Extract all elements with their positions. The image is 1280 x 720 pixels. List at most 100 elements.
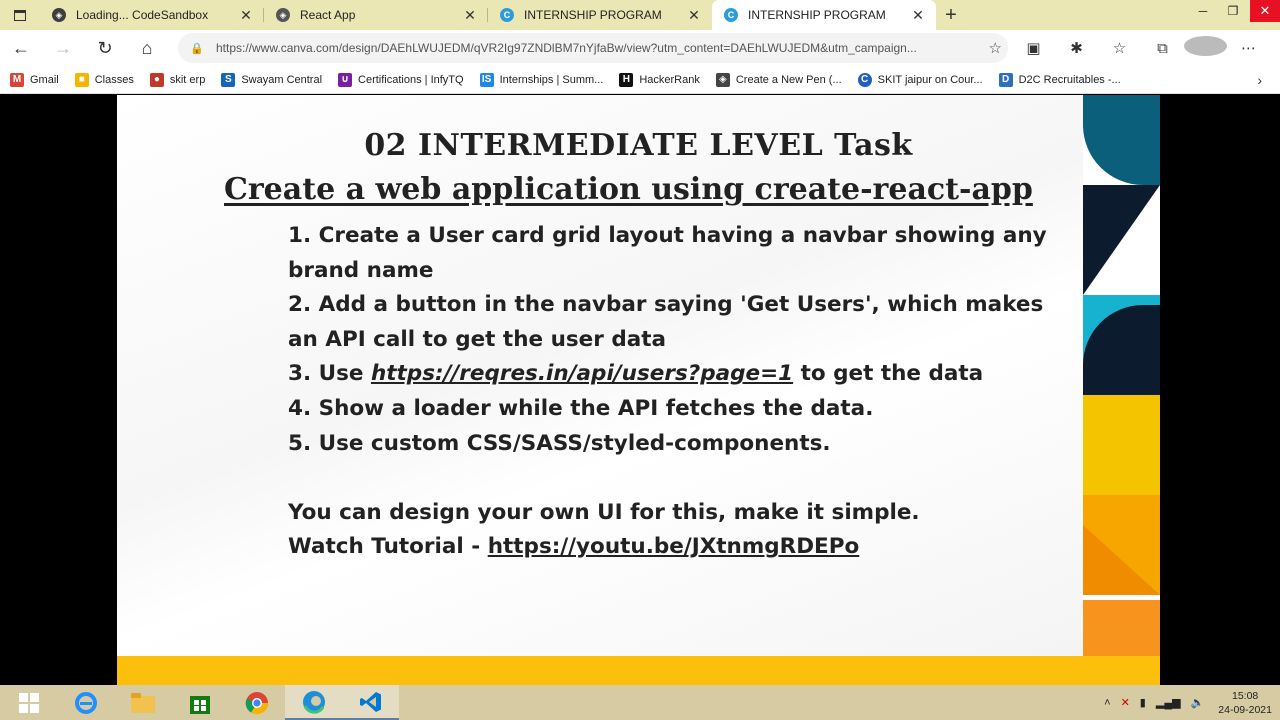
taskbar-store[interactable] <box>171 685 228 720</box>
task-list: 1. Create a User card grid layout having… <box>288 219 1048 565</box>
tab-title: Loading... CodeSandbox <box>76 8 209 22</box>
bookmark-gmail[interactable]: M Gmail <box>10 72 59 87</box>
tab-title: INTERNSHIP PROGRAM <box>748 8 886 22</box>
edge-icon <box>302 690 325 714</box>
bookmarks-bar: M Gmail ■ Classes ● skit erp S Swayam Centra… <box>0 66 1280 94</box>
bookmark-d2c[interactable]: D D2C Recruitables -... <box>998 72 1121 87</box>
bookmark-classes[interactable]: ■ Classes <box>74 72 134 87</box>
volume-icon[interactable]: 🔈 <box>1191 696 1205 709</box>
wifi-icon[interactable]: ▂▄▆ <box>1156 696 1181 709</box>
codesandbox-icon: ◈ <box>52 8 66 22</box>
bookmark-skit-erp[interactable]: ● skit erp <box>149 72 205 87</box>
task-item-2-cont: an API call to get the user data <box>288 326 667 352</box>
taskbar-internet-explorer[interactable] <box>57 685 114 720</box>
tutorial-line: Watch Tutorial - https://youtu.be/JXtnmg… <box>288 534 860 560</box>
bookmark-coursera[interactable]: C SKIT jaipur on Cour... <box>857 72 983 87</box>
d2c-icon: D <box>998 72 1013 87</box>
slide-accent-bar <box>117 656 1160 685</box>
close-window-icon[interactable]: ✕ <box>1250 0 1280 22</box>
task-item-1: 1. Create a User card grid layout having… <box>288 223 1047 248</box>
tab-codesandbox[interactable]: ◈ Loading... CodeSandbox ✕ <box>40 0 264 30</box>
bookmark-infytq[interactable]: ∪ Certifications | InfyTQ <box>338 72 464 87</box>
taskbar-edge[interactable] <box>285 685 342 720</box>
tab-actions-menu[interactable] <box>0 0 40 30</box>
forward-icon[interactable]: → <box>42 38 84 59</box>
codepen-icon: ◈ <box>715 72 730 87</box>
minimize-icon[interactable]: ─ <box>1190 0 1216 22</box>
canva-icon: C <box>724 8 738 22</box>
slide-heading: 02 INTERMEDIATE LEVEL Task <box>364 128 913 163</box>
canva-icon: C <box>500 8 514 22</box>
chevron-right-icon[interactable]: › <box>1257 72 1262 88</box>
clock[interactable]: 15:08 24-09-2021 <box>1218 689 1272 717</box>
bookmark-swayam[interactable]: S Swayam Central <box>221 72 322 87</box>
design-note: You can design your own UI for this, mak… <box>288 499 920 525</box>
gmail-icon: M <box>10 72 24 87</box>
system-tray: ˄ ✕ ▮ ▂▄▆ 🔈 15:08 24-09-2021 <box>1094 685 1272 720</box>
internshala-icon: IS <box>479 72 494 87</box>
internet-explorer-icon <box>74 691 97 714</box>
windows-icon <box>18 692 39 713</box>
coursera-icon: C <box>857 72 872 87</box>
taskbar-chrome[interactable] <box>228 685 285 720</box>
task-item-5: 5. Use custom CSS/SASS/styled-components… <box>288 430 831 456</box>
chrome-icon <box>245 691 268 714</box>
api-link[interactable]: https://reqres.in/api/users?page=1 <box>371 361 793 386</box>
network-off-icon[interactable]: ✕ <box>1121 696 1130 709</box>
store-icon <box>189 695 210 714</box>
task-item-1-cont: brand name <box>288 257 434 283</box>
page-viewport: 02 INTERMEDIATE LEVEL Task Create a web … <box>0 95 1280 685</box>
vscode-icon <box>359 691 381 712</box>
tab-internship-active[interactable]: C INTERNSHIP PROGRAM ✕ <box>712 0 936 30</box>
close-icon[interactable]: ✕ <box>238 7 254 24</box>
battery-icon[interactable]: ▮ <box>1140 696 1146 709</box>
infytq-icon: ∪ <box>338 72 353 87</box>
back-icon[interactable]: ← <box>0 38 42 59</box>
refresh-icon[interactable]: ↻ <box>84 38 126 59</box>
folder-icon <box>130 692 155 713</box>
taskbar-vscode[interactable] <box>342 685 399 720</box>
chevron-up-icon[interactable]: ˄ <box>1104 697 1110 709</box>
add-favorite-icon[interactable]: ☆ <box>989 39 1002 57</box>
tab-collections-icon[interactable]: ⧉ <box>1141 40 1184 57</box>
start-button[interactable] <box>0 685 57 720</box>
bookmark-internships[interactable]: IS Internships | Summ... <box>479 72 603 87</box>
task-item-2: 2. Add a button in the navbar saying 'Ge… <box>288 292 1044 318</box>
hackerrank-icon: H <box>619 72 634 87</box>
lock-icon[interactable]: 🔒 <box>190 42 204 55</box>
slide-decoration <box>1083 95 1160 656</box>
tab-title: INTERNSHIP PROGRAM <box>524 8 662 22</box>
new-tab-button[interactable]: + <box>936 0 966 30</box>
restore-icon[interactable]: ❐ <box>1220 0 1246 22</box>
close-icon[interactable]: ✕ <box>910 7 926 24</box>
tab-actions-icon <box>14 9 26 21</box>
tab-title: React App <box>300 8 356 22</box>
react-icon: ◈ <box>276 8 290 22</box>
bookmark-hackerrank[interactable]: H HackerRank <box>619 72 700 87</box>
swayam-icon: S <box>221 72 236 87</box>
tab-internship-1[interactable]: C INTERNSHIP PROGRAM ✕ <box>488 0 712 30</box>
tab-strip: ◈ Loading... CodeSandbox ✕ ◈ React App ✕… <box>0 0 1280 30</box>
close-icon[interactable]: ✕ <box>686 7 702 24</box>
slide-subheading: Create a web application using create-re… <box>224 172 1033 207</box>
extensions-icon[interactable]: ✱ <box>1055 39 1098 57</box>
collections-icon[interactable]: ▣ <box>1012 39 1055 57</box>
task-item-3: 3. Use https://reqres.in/api/users?page=… <box>288 361 984 387</box>
taskbar: ˄ ✕ ▮ ▂▄▆ 🔈 15:08 24-09-2021 <box>0 685 1280 720</box>
profile-avatar[interactable] <box>1184 36 1227 60</box>
close-icon[interactable]: ✕ <box>462 7 478 24</box>
more-menu-icon[interactable]: ⋯ <box>1227 39 1270 57</box>
tab-react-app[interactable]: ◈ React App ✕ <box>264 0 488 30</box>
taskbar-file-explorer[interactable] <box>114 685 171 720</box>
home-icon[interactable]: ⌂ <box>126 38 168 59</box>
clock-date: 24-09-2021 <box>1218 703 1272 716</box>
address-toolbar: ← → ↻ ⌂ 🔒 https://www.canva.com/design/D… <box>0 30 1280 66</box>
skit-erp-icon: ● <box>149 72 164 87</box>
favorites-icon[interactable]: ☆ <box>1098 39 1141 57</box>
url-text: https://www.canva.com/design/DAEhLWUJEDM… <box>216 41 917 55</box>
window-controls: ─ ❐ ✕ <box>1186 0 1280 30</box>
bookmark-codepen[interactable]: ◈ Create a New Pen (... <box>715 72 842 87</box>
url-bar[interactable]: 🔒 https://www.canva.com/design/DAEhLWUJE… <box>178 33 1008 63</box>
tutorial-link[interactable]: https://youtu.be/JXtnmgRDEPo <box>488 534 860 559</box>
task-item-4: 4. Show a loader while the API fetches t… <box>288 395 874 421</box>
